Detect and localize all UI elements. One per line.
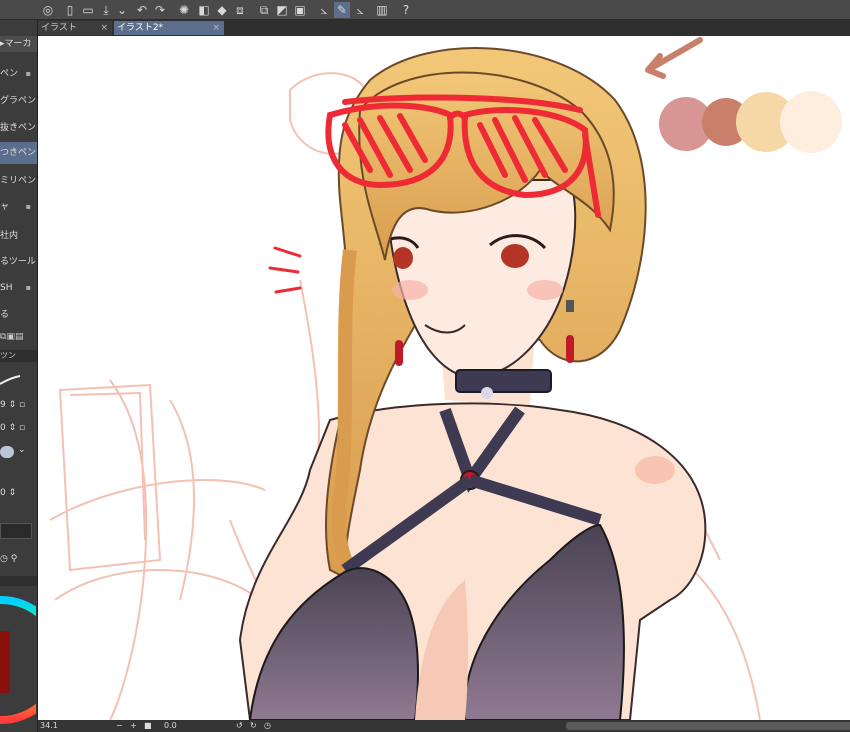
help-icon[interactable]: ?	[398, 2, 414, 18]
top-toolbar: ◎ ▯ ▭ ⤓ ⌄ ↶ ↷ ✺ ◧ ◆ ⧈ ⧉ ◩ ▣ ⦣ ✎ ⦣ ▥ ?	[0, 0, 850, 20]
brush-tip-swatch	[0, 446, 14, 458]
zoom-minus-icon[interactable]: −	[116, 720, 123, 732]
sub-tool-header-label: マーカ	[4, 39, 32, 49]
rotate-right-icon[interactable]: ↻	[250, 720, 257, 732]
sub-tool-label: ャ	[0, 202, 10, 212]
opacity-value: 0	[0, 423, 6, 433]
zoom-value[interactable]: 34.1	[40, 720, 58, 732]
duplicate-icon[interactable]: ▣	[6, 332, 15, 342]
artwork-illustration	[49, 37, 842, 720]
sub-tool-label: 社内	[0, 231, 19, 241]
close-icon[interactable]: ×	[100, 21, 108, 35]
sub-tool-item[interactable]: ャ ▪	[0, 196, 37, 218]
select-invert-icon[interactable]: ▣	[292, 2, 308, 18]
crop-icon[interactable]: ⧉	[256, 2, 272, 18]
sub-tool-label: グラペン	[0, 96, 37, 106]
reset-rotation-icon[interactable]: ◷	[264, 720, 271, 732]
sub-tool-actions: ⧉▣▤	[0, 332, 37, 344]
clear-icon[interactable]: ◧	[196, 2, 212, 18]
tool-panel: ▸マーカ ペン ▪ グラペン 抜きペン つきペン ミリペン ャ ▪ 社内 るツール …	[0, 20, 38, 732]
sub-tool-item[interactable]: 抜きペン	[0, 117, 37, 139]
tab-illust2[interactable]: イラスト2* ×	[114, 21, 224, 35]
sub-tool-header[interactable]: ▸マーカ	[0, 36, 37, 52]
stabilization-value: 0	[0, 488, 6, 498]
sub-tool-item[interactable]: るツール	[0, 251, 37, 273]
sub-tool-label: 抜きペン	[0, 123, 37, 133]
save-icon[interactable]: ⤓	[98, 2, 114, 18]
stepper-icon[interactable]: ⇕	[9, 400, 17, 410]
lock-icon: ▪	[25, 283, 31, 292]
brush-shape-select[interactable]: ⌄	[0, 444, 37, 460]
clock-icon[interactable]: ◷	[0, 554, 8, 564]
brush-size-row[interactable]: 9 ⇕ ▫	[0, 400, 37, 414]
transform-icon[interactable]: ⧈	[232, 2, 248, 18]
opacity-row[interactable]: 0 ⇕ ▫	[0, 423, 37, 437]
color-panel-header	[0, 576, 37, 586]
redo-icon[interactable]: ↷	[152, 2, 168, 18]
lock-icon: ▪	[25, 69, 31, 78]
zoom-icon[interactable]: ⚲	[11, 554, 18, 564]
settings-icon[interactable]: ▫	[19, 423, 25, 433]
sub-tool-label: ミリペン	[0, 176, 37, 186]
undo-icon[interactable]: ↶	[134, 2, 150, 18]
spinner-icon[interactable]: ✺	[176, 2, 192, 18]
ruler-icon[interactable]: ⦣	[316, 2, 332, 18]
rotation-value[interactable]: 0.0	[164, 720, 177, 732]
dropdown-icon[interactable]: ⌄	[114, 2, 130, 18]
sub-tool-label: るツール	[0, 257, 36, 267]
sub-tool-item[interactable]: グラペン	[0, 90, 37, 112]
sub-tool-label: SH	[0, 283, 13, 293]
chevron-down-icon: ⌄	[18, 445, 26, 455]
fill-icon[interactable]: ◆	[214, 2, 230, 18]
sub-tool-item[interactable]: 社内	[0, 225, 37, 247]
stabilization-row[interactable]: 0 ⇕	[0, 488, 37, 502]
sub-tool-label: ペン	[0, 69, 19, 79]
tab-label: イラスト2*	[117, 23, 164, 33]
lock-icon: ▪	[25, 202, 31, 211]
tab-bar: イラスト × イラスト2* ×	[38, 20, 850, 36]
new-file-icon[interactable]: ▯	[62, 2, 78, 18]
close-icon[interactable]: ×	[212, 21, 220, 35]
rotate-left-icon[interactable]: ↺	[236, 720, 243, 732]
sub-tool-item[interactable]: る	[0, 304, 37, 326]
status-bar: 34.1 − + ■ 0.0 ↺ ↻ ◷	[38, 720, 850, 732]
brush-size-value: 9	[0, 400, 6, 410]
pen-icon[interactable]: ✎	[334, 2, 350, 18]
param-input[interactable]	[0, 523, 32, 539]
sub-tool-item[interactable]: ペン ▪	[0, 63, 37, 85]
color-wheel[interactable]	[0, 595, 37, 725]
pressure-icon[interactable]: ▫	[19, 400, 25, 410]
device-icon[interactable]: ▥	[374, 2, 390, 18]
sub-tool-item[interactable]: SH ▪	[0, 277, 37, 299]
app-icon[interactable]: ◎	[40, 2, 56, 18]
tab-label: イラスト	[41, 23, 77, 33]
tab-illust[interactable]: イラスト ×	[38, 21, 112, 35]
fit-icon[interactable]: ■	[144, 720, 152, 732]
sub-tool-item-active[interactable]: つきペン	[0, 142, 37, 164]
drawing-canvas[interactable]	[38, 36, 850, 720]
tool-property-header: ツン	[0, 350, 37, 362]
stepper-icon[interactable]: ⇕	[9, 488, 17, 498]
navigator-controls: ◷ ⚲	[0, 554, 37, 566]
draw-icon[interactable]: ⦣	[352, 2, 368, 18]
brush-stroke-preview	[0, 372, 37, 390]
sub-tool-label: つきペン	[0, 148, 37, 158]
panel-label: ツン	[0, 351, 16, 360]
stepper-icon[interactable]: ⇕	[9, 423, 17, 433]
zoom-plus-icon[interactable]: +	[130, 720, 137, 732]
horizontal-scrollbar[interactable]	[566, 722, 850, 730]
sub-tool-item[interactable]: ミリペン	[0, 170, 37, 192]
open-folder-icon[interactable]: ▭	[80, 2, 96, 18]
trash-icon[interactable]: ▤	[15, 332, 24, 342]
sub-tool-label: る	[0, 310, 10, 320]
select-icon[interactable]: ◩	[274, 2, 290, 18]
